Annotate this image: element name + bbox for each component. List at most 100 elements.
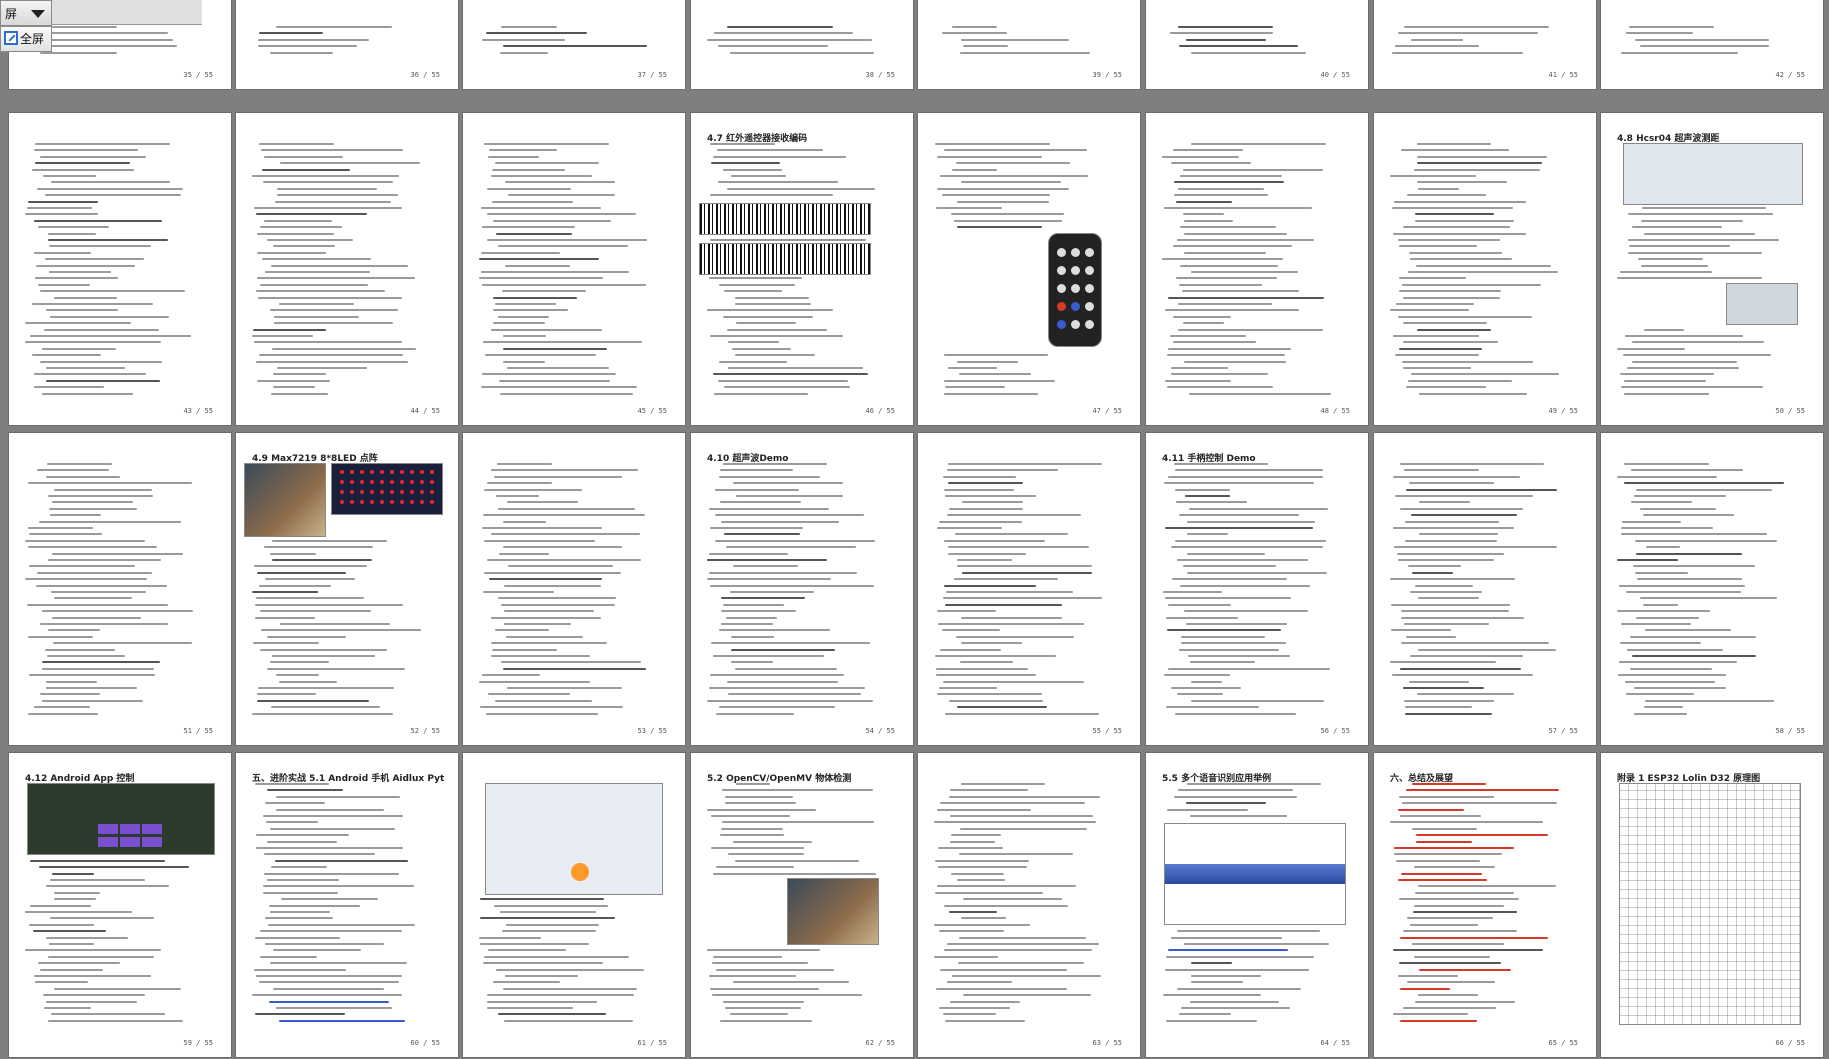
text-line bbox=[49, 507, 137, 510]
app-button bbox=[120, 824, 140, 834]
text-line bbox=[272, 347, 416, 350]
text-line bbox=[27, 207, 92, 209]
page-thumbnail[interactable]: 41 / 55 bbox=[1374, 0, 1596, 89]
text-line bbox=[944, 379, 1055, 382]
text-line bbox=[36, 584, 167, 587]
text-line bbox=[265, 578, 355, 581]
fullscreen-button[interactable]: 全屏 bbox=[0, 26, 52, 52]
text-line bbox=[935, 891, 1043, 894]
text-line bbox=[254, 207, 402, 209]
remote-key bbox=[1057, 248, 1066, 257]
page-text-lines bbox=[934, 783, 1124, 1031]
page-thumbnail[interactable]: 40 / 55 bbox=[1146, 0, 1368, 89]
text-line bbox=[945, 603, 1062, 606]
text-line bbox=[498, 315, 549, 318]
text-line bbox=[39, 866, 189, 869]
page-thumbnail[interactable]: 61 / 55 bbox=[463, 753, 685, 1057]
text-line bbox=[948, 546, 1089, 549]
page-number: 65 / 55 bbox=[1548, 1039, 1578, 1047]
page-thumbnail[interactable]: 4.8 Hcsr04 超声波测距 50 / 55 bbox=[1601, 113, 1823, 425]
page-number: 48 / 55 bbox=[1320, 407, 1350, 415]
page-thumbnail[interactable]: 57 / 55 bbox=[1374, 433, 1596, 745]
led-dot bbox=[370, 470, 374, 474]
page-thumbnail[interactable]: 63 / 55 bbox=[918, 753, 1140, 1057]
text-line bbox=[1399, 245, 1477, 248]
text-line bbox=[492, 168, 565, 171]
page-text-lines bbox=[1617, 463, 1807, 719]
text-line bbox=[257, 699, 369, 702]
text-line bbox=[48, 239, 168, 241]
text-line bbox=[710, 987, 819, 990]
text-line bbox=[724, 533, 800, 536]
page-thumbnail[interactable]: 45 / 55 bbox=[463, 113, 685, 425]
text-line bbox=[260, 955, 317, 958]
text-line bbox=[1398, 315, 1532, 318]
view-mode-dropdown[interactable]: 屏 bbox=[0, 0, 52, 26]
text-line bbox=[44, 328, 159, 331]
page-thumbnail[interactable]: 附录 1 ESP32 Lolin D32 原理图 66 / 55 bbox=[1601, 753, 1823, 1057]
page-thumbnail[interactable]: 4.10 超声波Demo 54 / 55 bbox=[691, 433, 913, 745]
text-line bbox=[488, 693, 570, 696]
text-line bbox=[496, 968, 644, 971]
page-thumbnail[interactable]: 5.5 多个语音识别应用举例 64 / 55 bbox=[1146, 753, 1368, 1057]
page-thumbnail[interactable]: 六、总结及展望 65 / 55 bbox=[1374, 753, 1596, 1057]
page-thumbnail[interactable]: 58 / 55 bbox=[1601, 433, 1823, 745]
page-thumbnail[interactable]: 4.7 红外遥控器接收编码 46 / 55 bbox=[691, 113, 913, 425]
text-line bbox=[275, 200, 391, 203]
text-line bbox=[276, 1007, 392, 1009]
text-line bbox=[254, 565, 367, 568]
page-thumbnail[interactable]: 38 / 55 bbox=[691, 0, 913, 89]
page-thumbnail[interactable]: 5.2 OpenCV/OpenMV 物体检测 62 / 55 bbox=[691, 753, 913, 1057]
text-line bbox=[492, 648, 557, 651]
led-dot bbox=[360, 490, 364, 494]
page-thumbnail[interactable]: 4.9 Max7219 8*8LED 点阵 52 / 55 bbox=[236, 433, 458, 745]
text-line bbox=[1637, 578, 1742, 581]
text-line bbox=[1393, 475, 1520, 478]
text-line bbox=[1405, 539, 1497, 542]
text-line bbox=[256, 360, 408, 363]
page-thumbnail[interactable]: 36 / 55 bbox=[236, 0, 458, 89]
page-thumbnail[interactable]: 43 / 55 bbox=[9, 113, 231, 425]
page-thumbnail[interactable]: 44 / 55 bbox=[236, 113, 458, 425]
text-line bbox=[1188, 655, 1290, 657]
text-line bbox=[946, 591, 1073, 593]
text-line bbox=[25, 213, 98, 216]
page-thumbnail[interactable]: 42 / 55 bbox=[1601, 0, 1823, 89]
text-line bbox=[1634, 495, 1726, 497]
page-number: 60 / 55 bbox=[410, 1039, 440, 1047]
text-line bbox=[939, 520, 1022, 523]
text-line bbox=[1175, 488, 1230, 491]
text-line bbox=[711, 642, 870, 645]
remote-key bbox=[1085, 248, 1094, 257]
text-line bbox=[1625, 335, 1743, 337]
page-thumbnail[interactable]: 48 / 55 bbox=[1146, 113, 1368, 425]
page-thumbnail[interactable]: 53 / 55 bbox=[463, 433, 685, 745]
text-line bbox=[1417, 181, 1507, 184]
text-line bbox=[47, 463, 112, 465]
text-line bbox=[273, 245, 335, 248]
text-line bbox=[733, 840, 812, 843]
page-thumbnail[interactable]: 39 / 55 bbox=[918, 0, 1140, 89]
text-line bbox=[939, 687, 997, 689]
text-line bbox=[948, 482, 1023, 485]
text-line bbox=[504, 1019, 633, 1022]
text-line bbox=[726, 546, 856, 549]
text-line bbox=[1393, 1013, 1468, 1016]
page-thumbnail[interactable]: 五、进阶实战 5.1 Android 手机 Aidlux Python Open… bbox=[236, 753, 458, 1057]
document-thumbnail-grid[interactable]: 35 / 55 36 / 55 37 / 55 38 / 55 39 / 55 40 / … bbox=[0, 0, 1829, 1059]
led-dot bbox=[380, 500, 384, 504]
page-thumbnail[interactable]: 55 / 55 bbox=[918, 433, 1140, 745]
text-line bbox=[484, 488, 582, 491]
page-text-lines bbox=[25, 143, 215, 399]
text-line bbox=[495, 303, 556, 305]
page-thumbnail[interactable]: 51 / 55 bbox=[9, 433, 231, 745]
text-line bbox=[961, 642, 1022, 645]
page-thumbnail[interactable]: 47 / 55 bbox=[918, 113, 1140, 425]
page-thumbnail[interactable]: 49 / 55 bbox=[1374, 113, 1596, 425]
page-thumbnail[interactable]: 4.11 手柄控制 Demo 56 / 55 bbox=[1146, 433, 1368, 745]
page-thumbnail[interactable]: 4.12 Android App 控制 59 / 55 bbox=[9, 753, 231, 1057]
text-line bbox=[35, 277, 118, 280]
page-thumbnail[interactable]: 37 / 55 bbox=[463, 0, 685, 89]
text-line bbox=[940, 968, 1067, 971]
text-line bbox=[252, 712, 393, 715]
